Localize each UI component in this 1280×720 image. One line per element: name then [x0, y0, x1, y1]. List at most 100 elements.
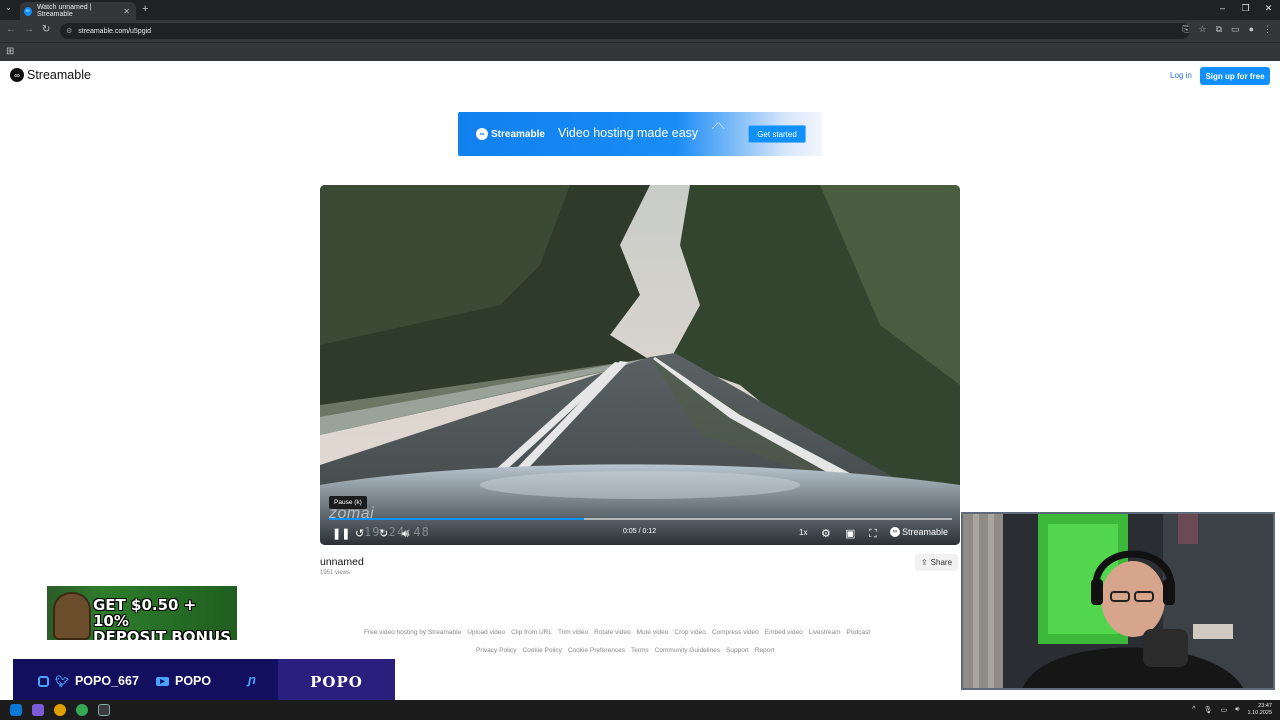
footer-link[interactable]: Trim video	[558, 629, 588, 636]
taskbar-apps	[10, 704, 110, 716]
tab-title: Watch unnamed | Streamable	[36, 4, 92, 18]
app-icon[interactable]	[32, 704, 44, 716]
streamer-name: POPO	[278, 659, 395, 705]
speaker-icon[interactable]: 🔊︎	[1235, 706, 1239, 714]
get-started-button[interactable]: Get started	[748, 125, 806, 143]
clock[interactable]: 23:47 1.10.2025	[1248, 703, 1272, 716]
menu-icon[interactable]: ⋮	[1263, 24, 1272, 35]
share-label: Share	[930, 558, 953, 567]
footer-links-secondary: Privacy Policy Cookie Policy Cookie Pref…	[476, 647, 774, 654]
footer-link[interactable]: Embed video	[765, 629, 803, 636]
time-display: 0:05 / 0:12	[623, 528, 657, 535]
player-brand-link[interactable]: ∞ Streamable	[890, 527, 948, 537]
dashcam-watermark: zomai	[329, 505, 375, 522]
signup-button[interactable]: Sign up for free	[1200, 67, 1270, 85]
address-bar[interactable]: ⚙ streamable.com/u5pgid	[60, 23, 1190, 39]
footer-link[interactable]: Community Guidelines	[655, 647, 720, 654]
player-brand-text: Streamable	[902, 527, 949, 537]
site-info-icon[interactable]: ⚙	[66, 27, 72, 35]
social-handle-group-2: ▶ POPO	[156, 674, 211, 688]
webcam-feed	[963, 514, 1273, 688]
system-tray: ^ 🎙︎ ▭ 🔊︎ 23:47 1.10.2025	[1192, 703, 1272, 716]
footer-link[interactable]: Clip from URL	[511, 629, 552, 636]
footer-link[interactable]: Livestream	[809, 629, 841, 636]
youtube-icon: ▶	[156, 676, 169, 686]
extensions-icon[interactable]: ⧉	[1216, 24, 1222, 35]
profile-icon[interactable]: ●	[1249, 24, 1254, 35]
footer-link[interactable]: Terms	[631, 647, 649, 654]
footer-link[interactable]: Podcast	[847, 629, 871, 636]
browser-tab[interactable]: ∞ Watch unnamed | Streamable ✕	[20, 2, 136, 20]
windows-taskbar: ^ 🎙︎ ▭ 🔊︎ 23:47 1.10.2025	[0, 700, 1280, 720]
forward-icon[interactable]: ↻	[379, 527, 388, 541]
playback-speed-button[interactable]: 1x	[799, 528, 807, 537]
video-frame[interactable]	[320, 185, 960, 545]
close-tab-icon[interactable]: ✕	[123, 7, 130, 16]
chevron-up-icon[interactable]: ^	[1192, 706, 1195, 713]
deposit-bonus-ad: GET $0.50 + 10% DEPOSIT BONUS	[47, 586, 237, 640]
chrome-icon[interactable]	[54, 704, 66, 716]
network-icon[interactable]: ▭	[1220, 706, 1227, 714]
restore-icon[interactable]: ❐	[1234, 3, 1257, 14]
footer-link[interactable]: Cookie Preferences	[568, 647, 625, 654]
translate-icon[interactable]: ⎘	[1182, 24, 1189, 35]
mascot-character	[53, 592, 91, 640]
browser-toolbar: ← → ↻ ⚙ streamable.com/u5pgid ⎘ ☆ ⧉ ▭ ● …	[0, 20, 1280, 42]
minimize-icon[interactable]: –	[1211, 3, 1234, 14]
streamable-logo[interactable]: ∞ Streamable	[10, 68, 91, 82]
fullscreen-icon[interactable]: ⛶	[869, 527, 877, 541]
footer-link[interactable]: Cookie Policy	[522, 647, 561, 654]
footer-link[interactable]: Upload video	[467, 629, 505, 636]
toolbar-actions: ⎘ ☆ ⧉ ▭ ● ⋮	[1182, 24, 1272, 35]
clock-date: 1.10.2025	[1247, 709, 1272, 716]
chrome-icon[interactable]	[76, 704, 88, 716]
reload-icon[interactable]: ↻	[42, 24, 50, 35]
footer-link[interactable]: Privacy Policy	[476, 647, 516, 654]
share-button[interactable]: ⇪ Share	[915, 554, 958, 571]
window-controls: – ❐ ✕	[1211, 3, 1280, 14]
social-handle: POPO_667	[74, 674, 139, 688]
forward-icon[interactable]: →	[24, 24, 34, 35]
footer-link[interactable]: Free video hosting by Streamable	[364, 629, 461, 636]
player-brand-icon: ∞	[890, 527, 900, 537]
footer-link[interactable]: Report	[755, 647, 775, 654]
picture-in-picture-icon[interactable]: ▣	[845, 527, 855, 541]
back-icon[interactable]: ←	[6, 24, 16, 35]
apps-grid-icon[interactable]: ⊞	[6, 46, 14, 57]
footer-link[interactable]: Mute video	[637, 629, 669, 636]
pause-icon[interactable]: ❚❚	[332, 527, 350, 541]
promo-banner[interactable]: ∞ Streamable Video hosting made easy ⟋⟍ …	[458, 112, 822, 156]
banner-logo: ∞ Streamable	[476, 128, 545, 140]
app-icon[interactable]	[98, 704, 110, 716]
progress-bar[interactable]	[329, 518, 952, 520]
twitter-icon: 🐦︎	[55, 675, 69, 688]
bookmark-star-icon[interactable]: ☆	[1199, 24, 1207, 35]
banner-logo-icon: ∞	[476, 128, 488, 140]
progress-fill	[329, 518, 585, 520]
video-player[interactable]: Pause (k) zomai 19:24:48 ❚❚ ↺ ↻ 🔊︎ 0:05 …	[320, 185, 960, 545]
footer-link[interactable]: Rotate video	[594, 629, 631, 636]
bookmark-bar: ⊞	[0, 42, 1280, 61]
logo-text: Streamable	[27, 68, 91, 82]
settings-gear-icon[interactable]: ⚙	[821, 527, 831, 541]
volume-icon[interactable]: 🔊︎	[402, 527, 409, 541]
promo-line-2: DEPOSIT BONUS	[93, 628, 232, 640]
new-tab-icon[interactable]: +	[142, 3, 148, 15]
stream-social-bar: 🐦︎ POPO_667 ▶ POPO ɲ POPO	[13, 659, 395, 705]
view-count: 1951 views	[320, 570, 351, 576]
login-link[interactable]: Log in	[1170, 71, 1192, 80]
share-icon: ⇪	[920, 558, 928, 567]
start-icon[interactable]	[10, 704, 22, 716]
streamable-logo-icon: ∞	[10, 68, 24, 82]
rewind-icon[interactable]: ↺	[355, 527, 364, 541]
microphone-icon[interactable]: 🎙︎	[1204, 706, 1213, 714]
instagram-icon	[38, 675, 49, 687]
footer-link[interactable]: Crop video	[674, 629, 705, 636]
footer-link[interactable]: Support	[726, 647, 749, 654]
player-controls: ❚❚ ↺ ↻ 🔊︎ 0:05 / 0:12 1x ⚙ ▣ ⛶ ∞ Streama…	[320, 523, 960, 545]
footer-link[interactable]: Compress video	[712, 629, 759, 636]
url-text: streamable.com/u5pgid	[78, 27, 152, 35]
close-window-icon[interactable]: ✕	[1257, 3, 1280, 14]
tab-search-icon[interactable]: ⌄	[5, 3, 12, 12]
cast-icon[interactable]: ▭	[1231, 24, 1240, 35]
